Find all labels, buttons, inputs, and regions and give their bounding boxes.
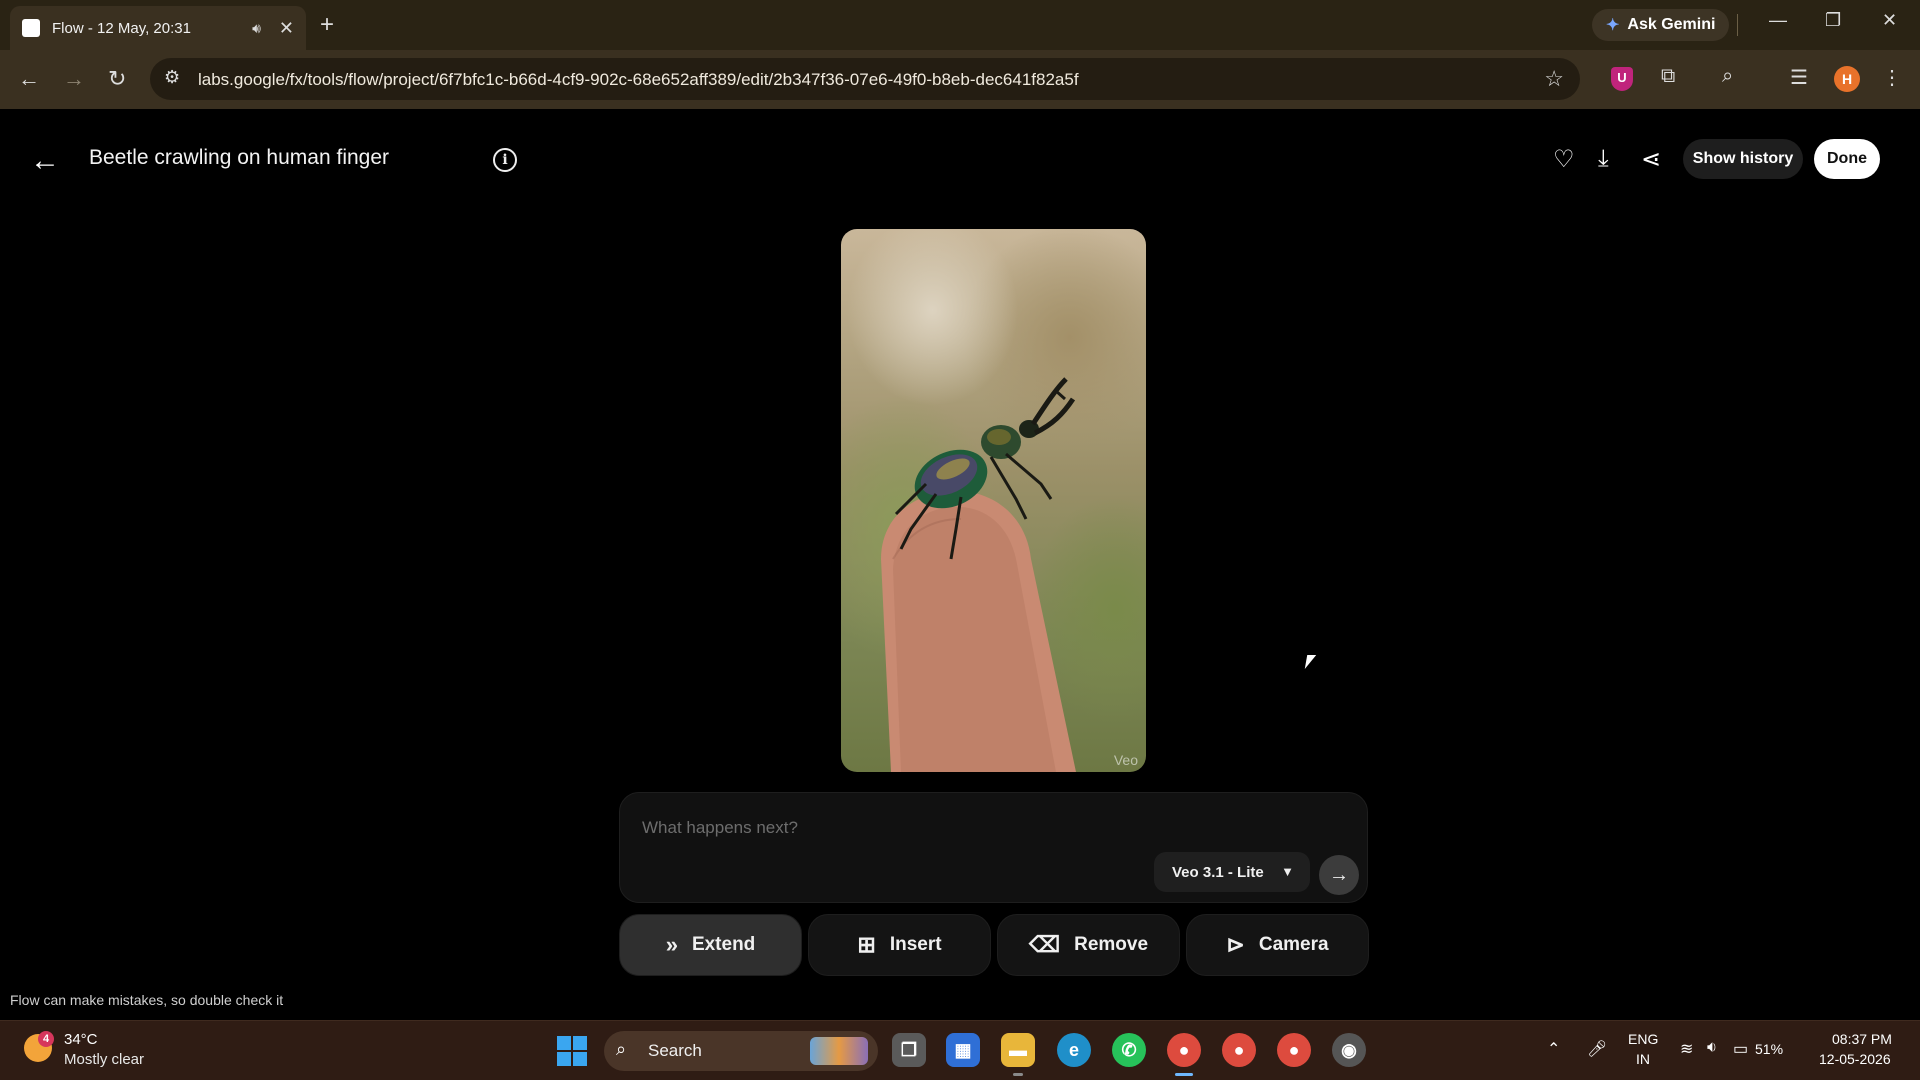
disclaimer-text: Flow can make mistakes, so double check … <box>10 992 284 1008</box>
send-arrow-button[interactable]: → <box>1319 855 1359 895</box>
whatsapp-icon[interactable]: ✆ <box>1112 1033 1146 1067</box>
url-text[interactable]: labs.google/fx/tools/flow/project/6f7bfc… <box>198 70 1079 90</box>
microphone-icon[interactable]: 🎤︎ <box>1587 1039 1607 1059</box>
toolbar-divider <box>1737 14 1738 36</box>
minimize-icon[interactable]: — <box>1769 10 1787 31</box>
back-nav-icon[interactable]: ← <box>18 66 40 92</box>
chrome-profile-3-icon[interactable]: ● <box>1277 1033 1311 1067</box>
show-hidden-icons-chevron-icon[interactable]: ⌃ <box>1547 1039 1560 1059</box>
beetle-on-finger-image <box>881 377 1076 772</box>
site-settings-icon[interactable]: ⚙ <box>164 67 180 88</box>
taskbar-search-label: Search <box>648 1041 702 1060</box>
share-icon[interactable]: ⋖ <box>1641 145 1661 174</box>
volume-icon[interactable]: 🔉︎ <box>1707 1039 1717 1057</box>
microsoft-store-icon[interactable]: ▦ <box>946 1033 980 1067</box>
tab-search-icon[interactable]: ⌕ <box>1722 65 1733 88</box>
page-title: Beetle crawling on human finger <box>89 146 390 169</box>
forward-nav-icon[interactable]: → <box>63 66 85 92</box>
task-view-icon[interactable]: ❐ <box>892 1033 926 1067</box>
extensions-puzzle-icon[interactable]: ⧉ <box>1661 65 1675 88</box>
media-controls-icon[interactable]: ☰ <box>1790 65 1808 90</box>
remove-button[interactable]: ⌫ Remove <box>997 914 1180 976</box>
close-window-icon[interactable]: ✕ <box>1882 10 1897 31</box>
tab-title: Flow - 12 May, 20:31 <box>52 19 191 37</box>
reload-icon[interactable]: ↻ <box>108 66 126 92</box>
weather-condition[interactable]: Mostly clear <box>64 1051 144 1068</box>
battery-percent[interactable]: 51% <box>1755 1041 1783 1057</box>
bookmark-star-icon[interactable]: ☆ <box>1544 66 1564 92</box>
show-history-button[interactable]: Show history <box>1683 139 1803 179</box>
browser-tab-strip: Flow - 12 May, 20:31 🔊︎ ✕ + ✦ Ask Gemini… <box>0 0 1920 50</box>
ask-gemini-button[interactable]: ✦ Ask Gemini <box>1592 9 1730 41</box>
camera-label: Camera <box>1258 934 1329 955</box>
play-circle-icon: ⊳ <box>1226 932 1245 957</box>
address-bar[interactable]: ⚙ labs.google/fx/tools/flow/project/6f7b… <box>150 58 1580 100</box>
speaker-icon[interactable]: 🔊︎ <box>252 20 261 37</box>
profile-avatar[interactable]: H <box>1834 66 1860 92</box>
model-selector-label: Veo 3.1 - Lite <box>1172 863 1264 881</box>
edge-browser-icon[interactable]: e <box>1057 1033 1091 1067</box>
obs-recorder-icon[interactable]: ◉ <box>1332 1033 1366 1067</box>
veo-watermark: Veo <box>1113 752 1138 768</box>
video-preview[interactable]: Veo <box>841 229 1146 772</box>
taskbar-search[interactable]: ⌕ Search <box>604 1031 878 1071</box>
gemini-sparkle-icon: ✦ <box>1606 17 1620 34</box>
clock-time[interactable]: 08:37 PM <box>1832 1031 1892 1047</box>
tab-close-icon[interactable]: ✕ <box>279 18 294 39</box>
mouse-pointer-icon <box>1304 655 1317 669</box>
weather-temperature[interactable]: 34°C <box>64 1031 98 1048</box>
app-running-indicator <box>1013 1073 1023 1076</box>
insert-button[interactable]: ⊞ Insert <box>808 914 991 976</box>
extend-label: Extend <box>691 934 756 955</box>
ublock-shield-icon[interactable]: U <box>1611 67 1633 91</box>
search-highlight-image <box>810 1037 868 1065</box>
dropdown-caret-icon: ▼ <box>1281 864 1294 879</box>
download-icon[interactable]: ⤓ <box>1598 145 1609 173</box>
language-indicator[interactable]: ENG <box>1628 1031 1658 1047</box>
weather-badge: 4 <box>38 1031 54 1047</box>
insert-label: Insert <box>889 934 942 955</box>
browser-menu-icon[interactable]: ⋮ <box>1882 65 1902 90</box>
browser-tab-flow[interactable]: Flow - 12 May, 20:31 🔊︎ ✕ <box>10 6 306 50</box>
heart-icon[interactable]: ♡ <box>1553 145 1575 174</box>
eraser-icon: ⌫ <box>1028 932 1061 957</box>
windows-taskbar: 4 34°C Mostly clear ⌕ Search ❐ ▦ ▬ e ✆ ●… <box>0 1020 1920 1080</box>
prompt-panel: Veo 3.1 - Lite ▼ → <box>619 792 1368 903</box>
battery-icon[interactable]: ▭ <box>1733 1039 1748 1059</box>
restore-window-icon[interactable]: ❐ <box>1825 10 1841 31</box>
active-app-indicator <box>1175 1073 1193 1076</box>
region-indicator[interactable]: IN <box>1636 1051 1650 1067</box>
back-arrow-icon[interactable]: ← <box>30 144 60 178</box>
camera-button[interactable]: ⊳ Camera <box>1186 914 1369 976</box>
remove-label: Remove <box>1074 934 1149 955</box>
windows-start-icon[interactable] <box>557 1036 587 1066</box>
done-button[interactable]: Done <box>1814 139 1880 179</box>
model-selector[interactable]: Veo 3.1 - Lite ▼ <box>1154 852 1310 892</box>
info-icon[interactable]: i <box>493 148 517 172</box>
ask-gemini-label: Ask Gemini <box>1627 16 1716 33</box>
search-icon: ⌕ <box>616 1039 627 1059</box>
new-tab-plus-icon[interactable]: + <box>320 12 334 38</box>
wifi-icon[interactable]: ≋ <box>1680 1039 1693 1059</box>
chrome-profile-2-icon[interactable]: ● <box>1222 1033 1256 1067</box>
prompt-input[interactable] <box>642 815 1242 841</box>
file-explorer-icon[interactable]: ▬ <box>1001 1033 1035 1067</box>
double-chevron-right-icon: » <box>665 932 678 957</box>
page-favicon-icon <box>22 19 40 37</box>
clock-date[interactable]: 12-05-2026 <box>1819 1051 1891 1067</box>
extend-button[interactable]: » Extend <box>619 914 802 976</box>
chrome-icon[interactable]: ● <box>1167 1033 1201 1067</box>
plus-square-icon: ⊞ <box>857 932 876 957</box>
